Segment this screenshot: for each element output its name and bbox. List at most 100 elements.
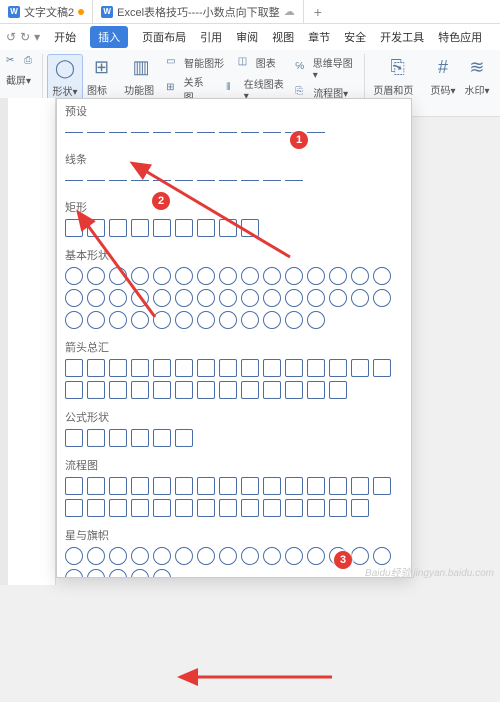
shape-item[interactable] [285, 547, 303, 565]
shape-item[interactable] [197, 311, 215, 329]
shape-item[interactable] [175, 267, 193, 285]
shape-item[interactable] [131, 311, 149, 329]
shape-item[interactable] [263, 267, 281, 285]
shape-item[interactable] [131, 547, 149, 565]
tab-doc1[interactable]: W 文字文稿2 [0, 0, 93, 23]
shape-item[interactable] [241, 311, 259, 329]
shape-item[interactable] [219, 267, 237, 285]
shape-item[interactable] [65, 219, 83, 237]
shape-item[interactable] [351, 359, 369, 377]
tab-add-button[interactable]: + [304, 4, 332, 20]
shape-item[interactable] [175, 311, 193, 329]
shape-item[interactable] [153, 219, 171, 237]
shape-item[interactable] [329, 289, 347, 307]
shape-item[interactable] [131, 359, 149, 377]
shape-item[interactable] [329, 359, 347, 377]
shape-item[interactable] [219, 381, 237, 399]
shape-item[interactable] [131, 219, 149, 237]
shape-item[interactable] [109, 171, 127, 189]
shape-item[interactable] [263, 289, 281, 307]
screenshot-button[interactable]: 截屏▾ [6, 72, 38, 87]
shape-item[interactable] [65, 499, 83, 517]
shape-item[interactable] [109, 381, 127, 399]
shape-item[interactable] [131, 429, 149, 447]
shape-item[interactable] [197, 359, 215, 377]
menu-start[interactable]: 开始 [54, 29, 76, 45]
shape-item[interactable] [263, 477, 281, 495]
shape-item[interactable] [153, 267, 171, 285]
shape-item[interactable] [197, 171, 215, 189]
shape-item[interactable] [241, 123, 259, 141]
shape-item[interactable] [175, 289, 193, 307]
shape-item[interactable] [131, 289, 149, 307]
shape-item[interactable] [87, 381, 105, 399]
undo-button[interactable]: ↺ [6, 30, 16, 44]
shape-item[interactable] [197, 547, 215, 565]
shape-item[interactable] [219, 477, 237, 495]
shape-item[interactable] [307, 499, 325, 517]
shape-item[interactable] [109, 359, 127, 377]
shape-item[interactable] [131, 267, 149, 285]
shape-item[interactable] [197, 267, 215, 285]
shape-item[interactable] [263, 359, 281, 377]
shape-item[interactable] [241, 381, 259, 399]
shape-item[interactable] [241, 219, 259, 237]
shape-item[interactable] [241, 171, 259, 189]
shape-item[interactable] [87, 547, 105, 565]
shape-item[interactable] [263, 123, 281, 141]
menu-layout[interactable]: 页面布局 [142, 29, 186, 45]
shape-item[interactable] [131, 569, 149, 578]
menu-view[interactable]: 视图 [272, 29, 294, 45]
shape-item[interactable] [285, 477, 303, 495]
shape-item[interactable] [219, 289, 237, 307]
shape-item[interactable] [87, 123, 105, 141]
shape-item[interactable] [263, 499, 281, 517]
shape-item[interactable] [109, 499, 127, 517]
shape-item[interactable] [285, 381, 303, 399]
shape-item[interactable] [285, 359, 303, 377]
shape-item[interactable] [241, 499, 259, 517]
shape-item[interactable] [109, 219, 127, 237]
shape-item[interactable] [219, 123, 237, 141]
menu-insert[interactable]: 插入 [90, 26, 128, 48]
shape-item[interactable] [65, 381, 83, 399]
shape-item[interactable] [307, 123, 325, 141]
shape-item[interactable] [307, 547, 325, 565]
shape-item[interactable] [197, 477, 215, 495]
menu-special[interactable]: 特色应用 [438, 29, 482, 45]
shape-item[interactable] [175, 499, 193, 517]
menu-reference[interactable]: 引用 [200, 29, 222, 45]
shape-item[interactable] [219, 499, 237, 517]
shape-item[interactable] [373, 267, 391, 285]
shape-item[interactable] [285, 267, 303, 285]
shape-item[interactable] [241, 267, 259, 285]
shape-item[interactable] [87, 267, 105, 285]
redo-button[interactable]: ↻ [20, 30, 30, 44]
shape-item[interactable] [285, 311, 303, 329]
menu-review[interactable]: 审阅 [236, 29, 258, 45]
shape-item[interactable] [175, 123, 193, 141]
watermark-button[interactable]: ≋ 水印▾ [460, 54, 494, 112]
shape-item[interactable] [285, 499, 303, 517]
shape-item[interactable] [307, 477, 325, 495]
shape-item[interactable] [87, 359, 105, 377]
shape-item[interactable] [131, 477, 149, 495]
shape-item[interactable] [307, 381, 325, 399]
shape-item[interactable] [175, 219, 193, 237]
paste-icon[interactable]: ⎙ [24, 55, 38, 69]
row-mindmap[interactable]: ℅思维导图▾ [295, 54, 356, 82]
cut-icon[interactable]: ✂ [6, 55, 20, 69]
shape-item[interactable] [109, 123, 127, 141]
shape-item[interactable] [153, 123, 171, 141]
shape-item[interactable] [263, 381, 281, 399]
shape-item[interactable] [373, 547, 391, 565]
shape-item[interactable] [263, 311, 281, 329]
shape-item[interactable] [307, 311, 325, 329]
shape-item[interactable] [65, 477, 83, 495]
shape-item[interactable] [87, 289, 105, 307]
shape-item[interactable] [131, 171, 149, 189]
menu-chapter[interactable]: 章节 [308, 29, 330, 45]
shape-item[interactable] [197, 289, 215, 307]
shape-item[interactable] [153, 381, 171, 399]
shape-item[interactable] [197, 381, 215, 399]
